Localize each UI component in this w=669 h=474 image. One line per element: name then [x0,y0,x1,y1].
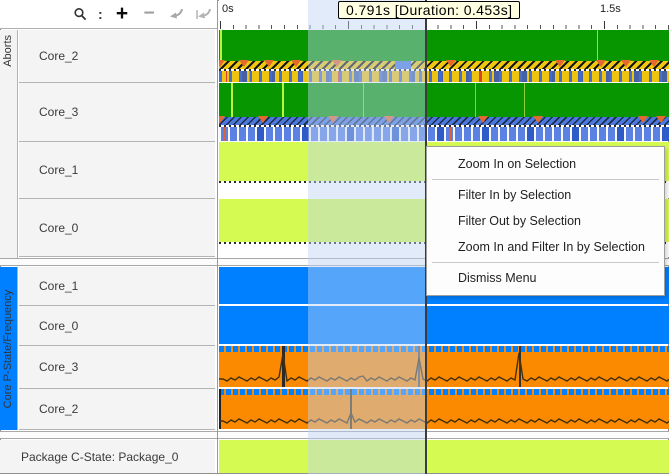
ruler-major-ticks [220,21,669,29]
ruler-label-start: 0s [222,3,234,15]
menu-item-zoom-in-on-selection[interactable]: Zoom In on Selection [427,151,664,177]
abort-marker-icon [555,60,565,67]
track-spike [480,71,481,82]
row-label: Core_0 [39,221,78,235]
track-spike [597,30,598,61]
track-spike [524,83,525,117]
toolbar-separator: : [98,6,104,22]
sidebar-row-aborts-core0[interactable]: Core_0 [19,199,215,257]
row-label: Core_1 [39,279,78,293]
track-spike [224,127,225,141]
sidebar-divider [217,0,218,474]
section-aborts: Aborts [0,30,18,258]
row-label: Core_3 [39,360,78,374]
track-spike [475,83,476,117]
menu-item-filter-in-by-selection[interactable]: Filter In by Selection [427,182,664,208]
abort-marker-icon [596,60,606,67]
track-aborts-core3[interactable] [219,83,669,141]
menu-item-filter-out-by-selection[interactable]: Filter Out by Selection [427,208,664,234]
track-package-cstate[interactable] [219,440,669,473]
section-aborts-label: Aborts [1,35,16,67]
menu-item-dismiss-menu[interactable]: Dismiss Menu [427,265,664,291]
timeline-window: : + − 0s 1.5s Aborts Core_2 Core_3 Core_… [0,0,669,474]
abort-marker-icon [533,116,543,123]
abort-marker-icon [219,116,225,123]
sidebar-row-aborts-core1[interactable]: Core_1 [19,142,215,199]
abort-marker-icon [649,60,659,67]
track-spike [249,71,250,82]
abort-activity-band [219,83,669,117]
track-spike [450,127,451,141]
abort-marker-icon [291,60,301,67]
row-label: Package C-State: Package_0 [21,450,178,464]
frequency-line [219,389,669,429]
track-spike [220,30,222,61]
row-label: Core_0 [39,319,78,333]
ruler-label-end: 1.5s [600,3,621,15]
undo-zoom-icon[interactable] [167,5,185,23]
track-pstate-core0[interactable] [219,306,669,344]
abort-marker-icon [258,116,268,123]
selection-tooltip: 0.791s [Duration: 0.453s] [338,1,520,19]
redo-zoom-icon[interactable] [194,5,212,23]
sidebar-row-aborts-core3[interactable]: Core_3 [19,83,215,142]
row-label: Core_2 [39,49,78,63]
track-aborts-core2[interactable] [219,30,669,82]
abort-activity-band [219,30,669,61]
menu-separator [432,262,659,263]
row-label: Core_3 [39,105,78,119]
abort-marker-icon [446,60,456,67]
abort-hatch-band [219,117,669,125]
sidebar-row-aborts-core2[interactable]: Core_2 [19,30,215,83]
abort-hatch-band [219,61,669,69]
sidebar-row-pstate-core0[interactable]: Core_0 [19,306,215,346]
sidebar-row-pstate-core2[interactable]: Core_2 [19,389,215,430]
magnifier-icon[interactable] [71,5,89,23]
menu-separator [432,179,659,180]
track-spike [571,71,572,82]
abort-marker-icon [264,60,274,67]
abort-marker-icon [621,60,631,67]
abort-stripe-band [219,127,669,141]
abort-marker-icon [478,116,488,123]
row-label: Core_2 [39,402,78,416]
sidebar-row-pstate-core1[interactable]: Core_1 [19,267,215,306]
track-spike [649,127,650,141]
abort-marker-icon [638,116,648,123]
menu-item-zoom-in-and-filter-in[interactable]: Zoom In and Filter In by Selection [427,234,664,260]
row-label: Core_1 [39,163,78,177]
timeline-toolbar: : + − [0,0,218,29]
zoom-out-icon[interactable]: − [140,5,158,23]
zoom-in-icon[interactable]: + [113,5,131,23]
abort-marker-icon [656,116,666,123]
track-spike [226,71,227,82]
abort-marker-icon [219,60,225,67]
context-menu: Zoom In on Selection Filter In by Select… [426,146,665,296]
abort-marker-icon [239,60,249,67]
section-pstate: Core P-State/Frequency [0,267,18,430]
sidebar-row-package-cstate[interactable]: Package C-State: Package_0 [0,440,215,473]
track-frequency-core2[interactable] [219,389,669,429]
time-selection-region[interactable] [308,0,427,474]
sidebar-row-pstate-core3[interactable]: Core_3 [19,346,215,389]
track-frequency-core3[interactable] [219,346,669,387]
track-spike [282,83,284,117]
abort-stripe-band [219,71,669,82]
frequency-line [219,346,669,387]
section-pstate-label: Core P-State/Frequency [1,289,16,408]
track-spike [231,83,233,117]
